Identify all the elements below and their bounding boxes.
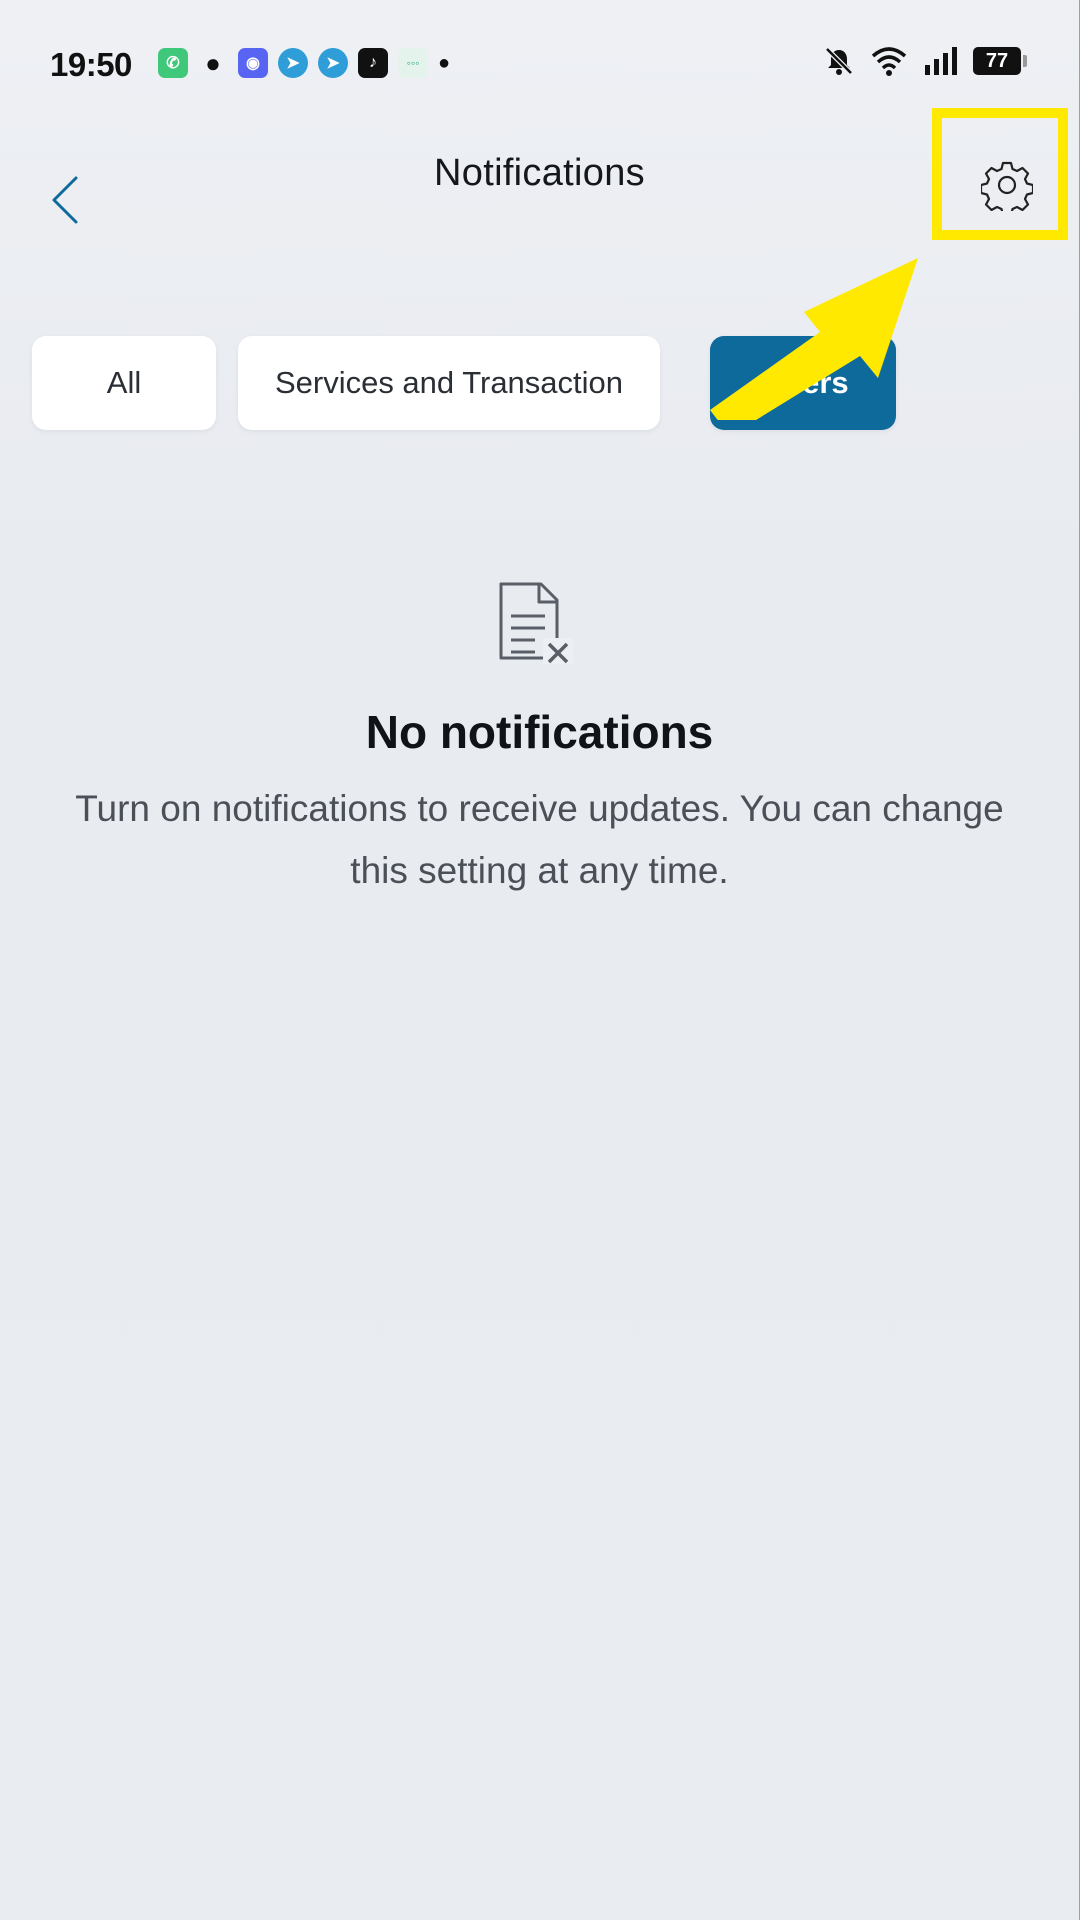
wifi-icon: [871, 47, 907, 76]
status-time: 19:50: [50, 46, 132, 83]
telegram-icon-2: ➤: [318, 48, 348, 78]
page-title: Notifications: [434, 152, 645, 194]
empty-state-title: No notifications: [365, 706, 714, 758]
notifications-screen: 19:50 ✆ ● ◉ ➤ ➤ ♪ ◦◦◦ ● 77 Notifications…: [0, 0, 1079, 1920]
muted-bell-icon: [825, 47, 853, 75]
notification-icons: ✆ ● ◉ ➤ ➤ ♪ ◦◦◦ ●: [158, 48, 450, 78]
system-status-icons: 77: [823, 45, 1027, 77]
app-icon: ◦◦◦: [398, 48, 428, 78]
discord-icon: ◉: [238, 48, 268, 78]
signal-icon: [925, 47, 957, 75]
status-bar: 19:50 ✆ ● ◉ ➤ ➤ ♪ ◦◦◦ ● 77: [0, 0, 1079, 120]
whatsapp-icon: ✆: [158, 48, 188, 78]
header: Notifications: [0, 120, 1079, 260]
tab-services-label: Services and Transaction: [274, 365, 624, 400]
telegram-icon: ➤: [278, 48, 308, 78]
battery-icon: 77: [973, 47, 1027, 75]
settings-highlight-box: [932, 108, 1068, 240]
empty-state-message: Turn on notifications to receive updates…: [75, 788, 1004, 891]
more-notifications-dot: ●: [438, 51, 451, 74]
tab-all[interactable]: All: [32, 336, 216, 430]
yellow-arrow-annotation: [710, 258, 918, 420]
tab-services-and-transaction[interactable]: Services and Transaction: [238, 336, 660, 430]
tab-all-label: All: [106, 365, 142, 400]
document-x-icon: [499, 582, 573, 664]
tiktok-icon: ♪: [358, 48, 388, 78]
chat-bubble-icon: ●: [205, 47, 221, 78]
